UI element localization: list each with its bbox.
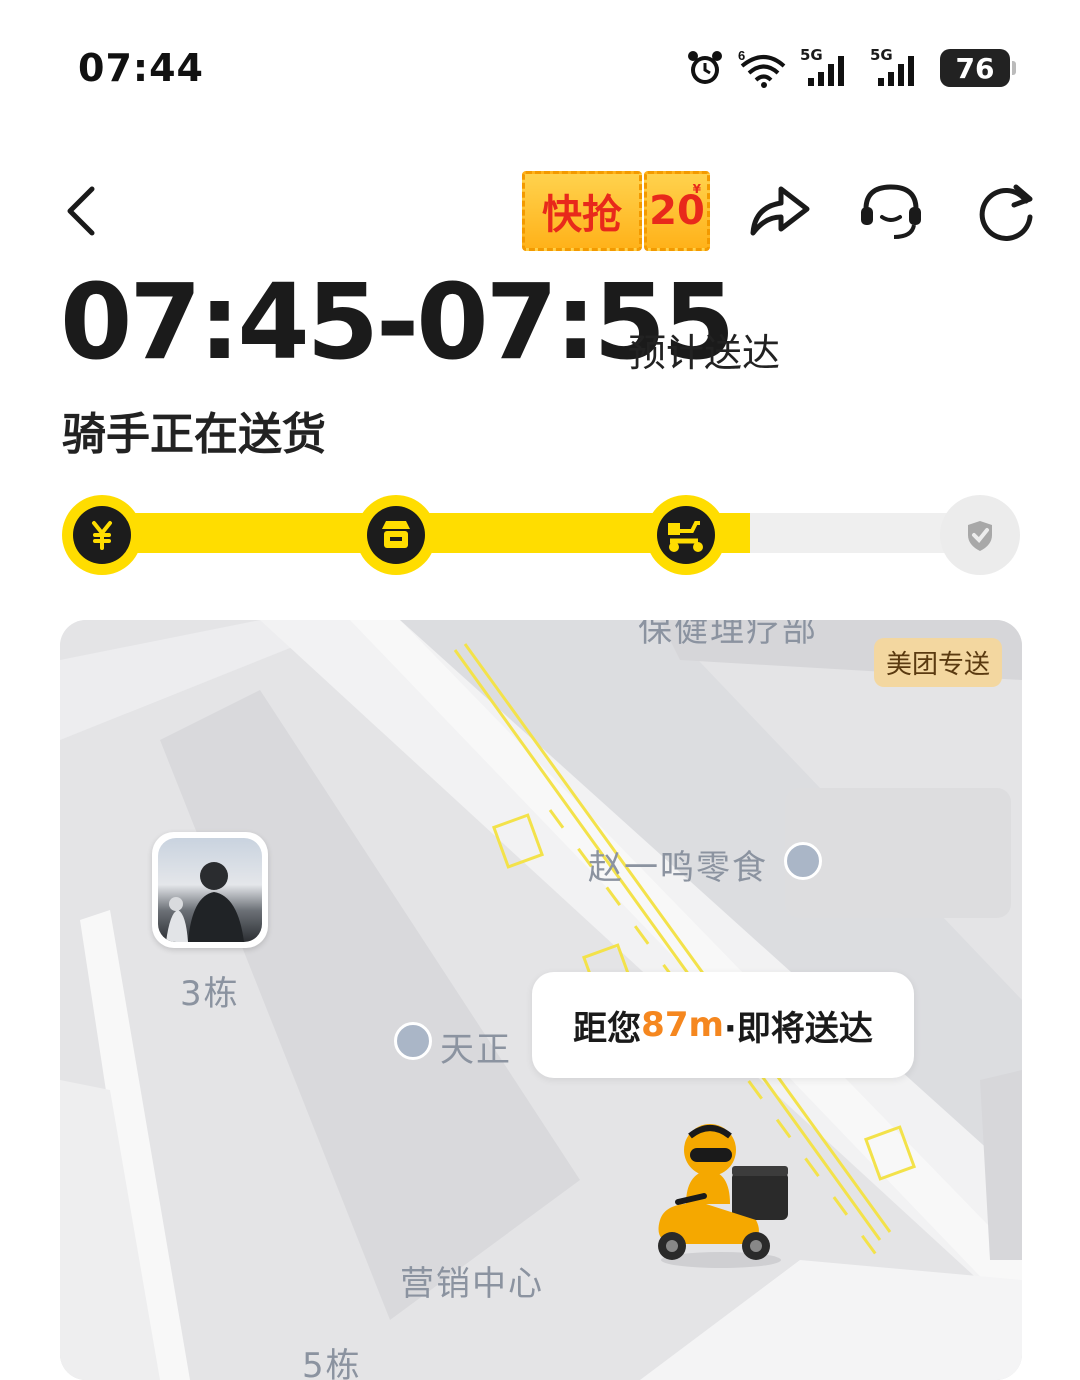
step-delivering bbox=[646, 495, 726, 575]
delivery-map[interactable]: 美团专送 保健理疗部 赵一鸣零食 天正 3栋 营销中心 5栋 距您 87m ·即… bbox=[60, 620, 1022, 1380]
store-pin-icon[interactable] bbox=[784, 842, 822, 880]
coupon-label: 快抢 bbox=[522, 171, 642, 251]
building-label: 3栋 bbox=[180, 974, 240, 1014]
header-bar: 快抢 20 ¥ bbox=[0, 165, 1080, 265]
bubble-suffix: ·即将送达 bbox=[723, 1008, 873, 1049]
customer-service-icon[interactable] bbox=[856, 179, 926, 243]
signal-5g-1-icon: 5G bbox=[800, 46, 856, 88]
step-paid bbox=[62, 495, 142, 575]
poi-building-5-label: 5栋 bbox=[302, 1346, 362, 1380]
signal-5g-2-icon: 5G bbox=[870, 46, 926, 88]
check-icon bbox=[968, 521, 992, 551]
store-icon bbox=[382, 521, 410, 548]
store-pin-icon[interactable] bbox=[394, 1022, 432, 1060]
distance-bubble: 距您 87m ·即将送达 bbox=[532, 972, 914, 1078]
poi-top-label: 保健理疗部 bbox=[638, 620, 818, 650]
step-completed bbox=[940, 495, 1020, 575]
order-progress bbox=[60, 495, 1022, 579]
poi-store-label[interactable]: 赵一鸣零食 bbox=[588, 840, 768, 889]
poi-tianzheng-label[interactable]: 天正 bbox=[440, 1022, 512, 1071]
share-icon[interactable] bbox=[745, 179, 815, 243]
bubble-distance: 87m bbox=[641, 1005, 724, 1045]
back-icon[interactable] bbox=[56, 179, 116, 243]
svg-text:6: 6 bbox=[738, 48, 745, 63]
coupon-amount: 20 ¥ bbox=[644, 171, 710, 251]
bubble-prefix: 距您 bbox=[573, 1008, 642, 1049]
scooter-icon bbox=[668, 521, 703, 552]
alarm-icon bbox=[688, 51, 722, 84]
poi-marketing-label: 营销中心 bbox=[400, 1264, 544, 1304]
wifi-icon: 6 bbox=[738, 48, 786, 88]
status-bar: 07:44 6 5G 5G 76 bbox=[0, 0, 1080, 120]
battery-icon: 76 bbox=[940, 49, 1016, 87]
user-avatar-photo bbox=[158, 838, 262, 942]
rush-coupon-button[interactable]: 快抢 20 ¥ bbox=[522, 171, 710, 251]
paid-icon bbox=[92, 521, 112, 550]
refresh-icon[interactable] bbox=[972, 179, 1042, 243]
status-time: 07:44 bbox=[78, 46, 204, 90]
step-store bbox=[356, 495, 436, 575]
meituan-delivery-badge: 美团专送 bbox=[873, 638, 1002, 687]
delivery-status: 骑手正在送货 bbox=[62, 409, 326, 460]
status-icons: 6 5G 5G 76 bbox=[686, 46, 1016, 90]
user-avatar-marker[interactable] bbox=[152, 832, 268, 948]
eta-label: 预计送达 bbox=[628, 331, 781, 375]
coupon-currency: ¥ bbox=[692, 182, 701, 196]
rider-scooter-icon[interactable] bbox=[646, 1110, 796, 1270]
